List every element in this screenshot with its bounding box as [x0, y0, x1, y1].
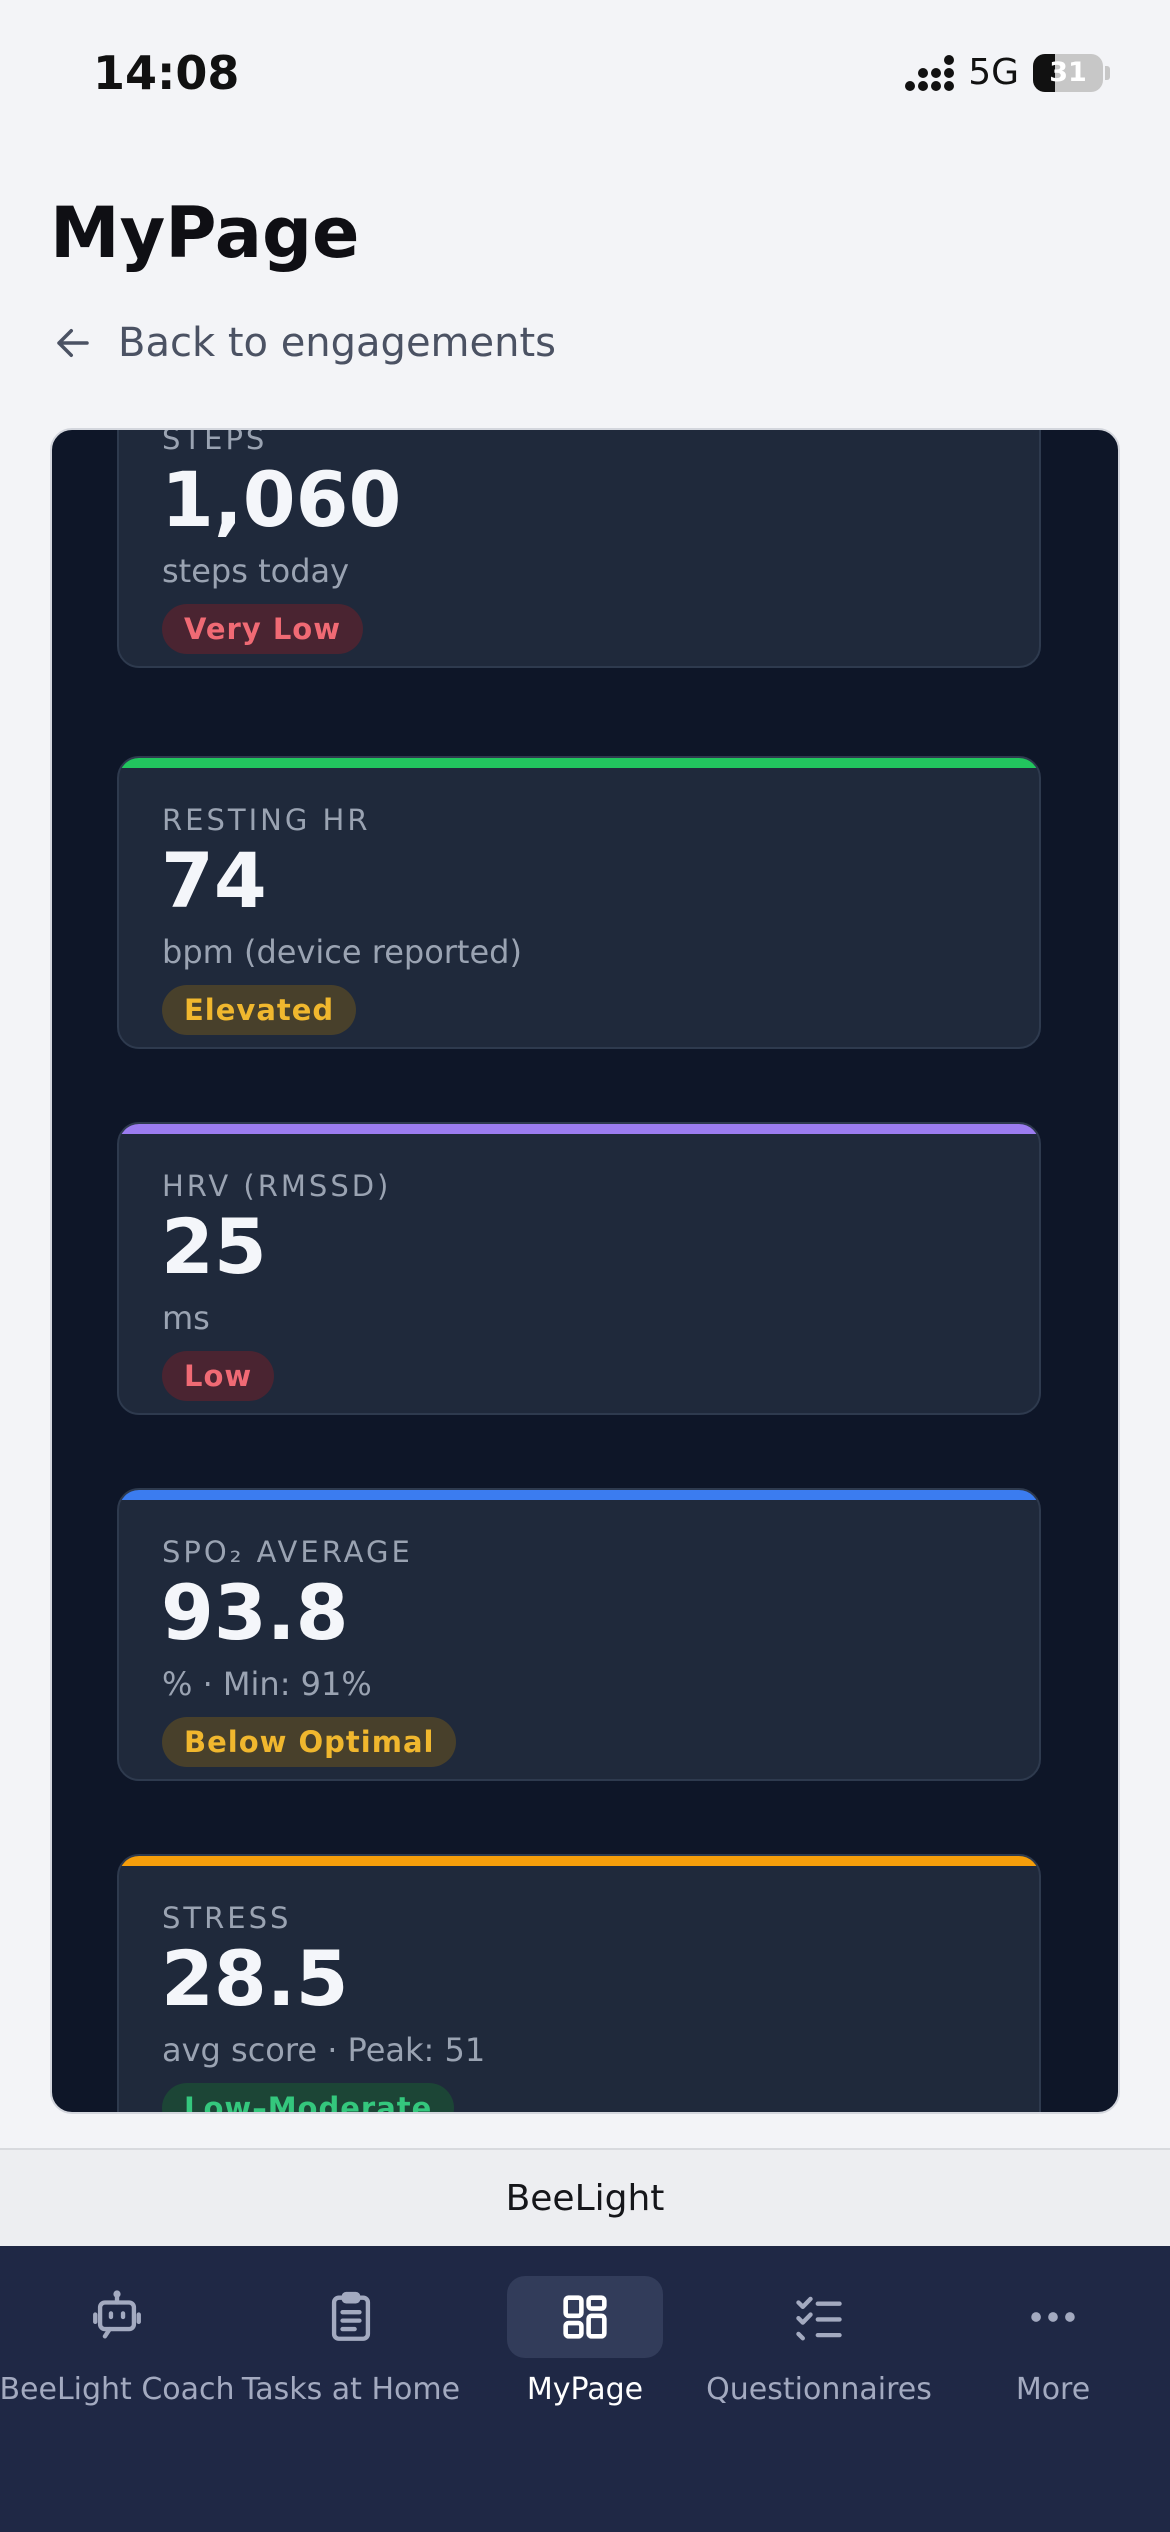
- battery-level: 31: [1049, 57, 1087, 88]
- more-icon: [1031, 2312, 1075, 2322]
- app-name-bar: BeeLight: [0, 2148, 1170, 2246]
- metric-value: 28.5: [161, 1934, 349, 2023]
- metric-value: 1,060: [161, 455, 402, 544]
- battery-tip: [1105, 65, 1110, 80]
- status-bar: 14:08 5G 31: [0, 0, 1170, 150]
- tab-icon-wrap: [273, 2276, 429, 2358]
- tab-label: Questionnaires: [706, 2372, 932, 2407]
- bottom-tab-bar: BeeLight Coach Tasks at Home MyPage Ques…: [0, 2246, 1170, 2532]
- metric-subtext: ms: [162, 1299, 210, 1337]
- signal-icon: [905, 54, 955, 91]
- tab-label: BeeLight Coach: [0, 2372, 235, 2407]
- metric-label: STEPS: [162, 428, 268, 456]
- network-type: 5G: [968, 52, 1019, 93]
- tab-beelight-coach[interactable]: BeeLight Coach: [0, 2270, 235, 2420]
- tab-label: More: [1015, 2372, 1091, 2407]
- status-badge: Elevated: [162, 985, 357, 1035]
- status-badge: Very Low: [162, 604, 364, 654]
- metric-value: 93.8: [161, 1568, 349, 1657]
- tab-icon-wrap: [507, 2276, 663, 2358]
- status-badge: Low: [162, 1351, 275, 1401]
- metric-subtext: % · Min: 91%: [162, 1665, 372, 1703]
- tab-label: Tasks at Home: [241, 2372, 461, 2407]
- back-link-label: Back to engagements: [118, 320, 557, 366]
- clipboard-icon: [331, 2291, 371, 2341]
- card-accent-bar: [119, 1490, 1039, 1500]
- app-name: BeeLight: [505, 2177, 665, 2219]
- arrow-left-icon: [57, 329, 89, 357]
- card-accent-bar: [119, 1124, 1039, 1134]
- tab-icon-wrap: [975, 2276, 1131, 2358]
- metric-subtext: avg score · Peak: 51: [162, 2031, 486, 2069]
- tab-questionnaires[interactable]: Questionnaires: [702, 2270, 936, 2420]
- card-accent-bar: [119, 758, 1039, 768]
- status-indicators: 5G 31: [905, 52, 1110, 93]
- metric-subtext: bpm (device reported): [162, 933, 522, 971]
- metric-card-resting-hr[interactable]: RESTING HR 74 bpm (device reported) Elev…: [117, 756, 1041, 1049]
- metric-card-hrv[interactable]: HRV (RMSSD) 25 ms Low: [117, 1122, 1041, 1415]
- metric-value: 25: [161, 1202, 267, 1291]
- tab-label: MyPage: [526, 2372, 644, 2407]
- tab-more[interactable]: More: [936, 2270, 1170, 2420]
- page-title: MyPage: [50, 192, 360, 274]
- battery-icon: 31: [1033, 53, 1103, 92]
- status-badge: Low–Moderate: [162, 2083, 455, 2112]
- robot-icon: [93, 2290, 141, 2339]
- grid-icon: [563, 2295, 607, 2339]
- metrics-scroll-panel[interactable]: STEPS 1,060 steps today Very Low RESTING…: [50, 428, 1120, 2114]
- metric-card-stress[interactable]: STRESS 28.5 avg score · Peak: 51 Low–Mod…: [117, 1854, 1041, 2112]
- metric-label: RESTING HR: [162, 803, 371, 837]
- metric-label: SPO₂ AVERAGE: [162, 1535, 413, 1569]
- tab-tasks-at-home[interactable]: Tasks at Home: [234, 2270, 468, 2420]
- card-accent-bar: [119, 1856, 1039, 1866]
- metric-subtext: steps today: [162, 552, 350, 590]
- back-to-engagements-link[interactable]: Back to engagements: [52, 320, 556, 366]
- metric-value: 74: [161, 836, 267, 925]
- status-badge: Below Optimal: [162, 1717, 457, 1767]
- tab-icon-wrap: [39, 2276, 195, 2358]
- metric-card-spo2[interactable]: SPO₂ AVERAGE 93.8 % · Min: 91% Below Opt…: [117, 1488, 1041, 1781]
- metric-label: STRESS: [162, 1901, 292, 1935]
- metric-label: HRV (RMSSD): [162, 1169, 392, 1203]
- metric-card-steps[interactable]: STEPS 1,060 steps today Very Low: [117, 428, 1041, 668]
- tab-icon-wrap: [741, 2276, 897, 2358]
- tab-mypage[interactable]: MyPage: [468, 2270, 702, 2420]
- checklist-icon: [796, 2296, 842, 2341]
- status-time: 14:08: [93, 46, 240, 100]
